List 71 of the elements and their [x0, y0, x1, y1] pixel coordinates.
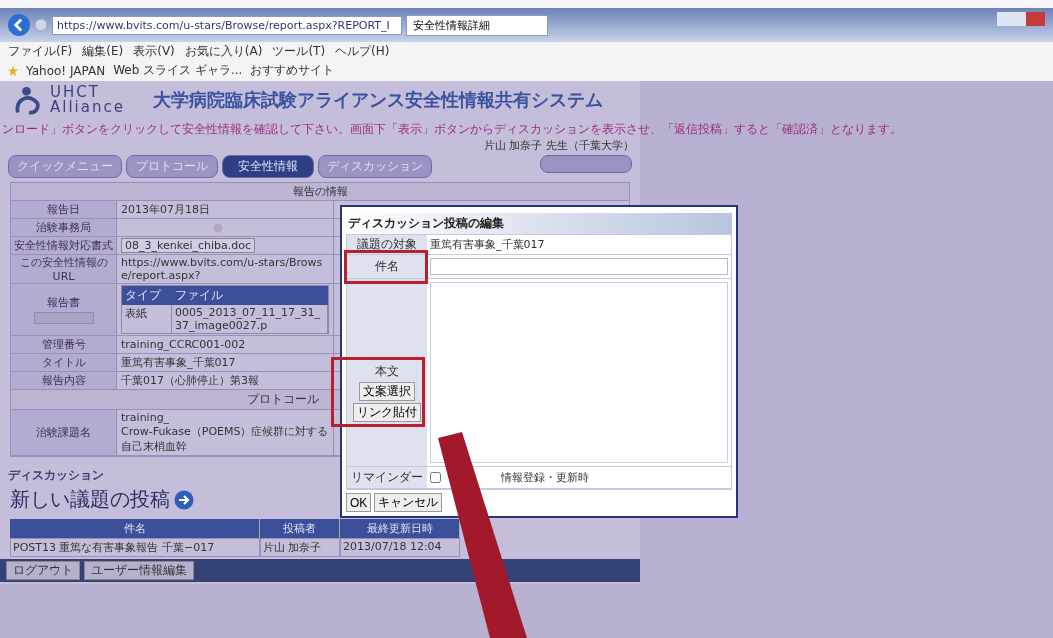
field-value: 重篤有害事象_千葉017 [121, 355, 236, 370]
page-button[interactable] [540, 155, 632, 173]
menu-item[interactable]: ファイル(F) [8, 43, 73, 60]
download-button[interactable] [33, 312, 94, 324]
section-heading: ディスカッション [8, 468, 104, 482]
field-label: 報告内容 [41, 373, 86, 388]
checkbox-label: 情報登録・更新時 [501, 470, 589, 485]
file-link[interactable]: 08_3_kenkei_chiba.doc [121, 238, 256, 253]
body-field[interactable] [430, 282, 728, 463]
section-heading: プロトコール [247, 392, 319, 406]
footer-button[interactable]: ログアウト [6, 561, 80, 580]
field-label: 本文 [375, 363, 399, 380]
table-cell: 片山 加奈子 [260, 538, 340, 557]
forward-icon[interactable] [34, 18, 48, 32]
field-label: この安全性情報のURL [18, 255, 109, 283]
field-value: 2013年07月18日 [121, 202, 210, 217]
table-cell: 2013/07/18 12:04 [340, 538, 460, 557]
table-cell: 表紙 [122, 305, 172, 333]
insert-button[interactable]: リンク貼付 [353, 403, 421, 422]
field-label: 安全性情報対応書式 [14, 238, 113, 253]
field-value: training_ [121, 411, 171, 424]
back-icon[interactable] [8, 14, 30, 36]
favorite-link[interactable]: Yahoo! JAPAN [26, 63, 106, 78]
window-controls[interactable] [997, 12, 1045, 26]
arrow-right-icon[interactable] [174, 489, 194, 510]
field-value: training_CCRC001-002 [121, 338, 246, 351]
browser-tab[interactable]: 安全性情報詳細 [406, 14, 548, 36]
table-cell: POST13 重篤な有害事象報告 千葉−017 [10, 538, 260, 557]
subject-field[interactable] [430, 258, 728, 275]
menu-item[interactable]: ヘルプ(H) [335, 43, 390, 60]
reminder-checkbox[interactable] [430, 472, 441, 483]
field-label: 治験課題名 [36, 425, 91, 440]
field-label: 件名 [375, 258, 399, 275]
field-label: 報告書 [47, 295, 80, 310]
file-link[interactable]: 0005_2013_07_11_17_31_37_image0027.p [172, 305, 328, 333]
star-icon[interactable] [8, 65, 18, 76]
dialog-button[interactable]: キャンセル [374, 493, 443, 512]
notice-text: ンロード」ボタンをクリックして安全性情報を確認して下さい。画面下「表示」ボタンからディスカッションを表示させ、「返信投稿」すると「確認済」となります。 [1, 121, 902, 138]
insert-button[interactable]: 文案選択 [359, 382, 415, 401]
field-value: Crow-Fukase（POEMS）症候群に対する自己末梢血幹 [121, 424, 329, 454]
column-header: ファイル [172, 286, 328, 305]
field-label: リマインダー [351, 469, 423, 486]
column-header: 投稿者 [260, 519, 340, 538]
footer-button[interactable]: ユーザー情報編集 [84, 561, 194, 580]
address-bar[interactable]: https://www.bvits.com/u-stars/Browse/report.aspx?REPORT_I [52, 15, 402, 35]
menu-item[interactable]: 表示(V) [133, 43, 175, 60]
user-name: 片山 加奈子 先生（千葉大学） [484, 138, 634, 153]
favorite-link[interactable]: おすすめサイト [250, 62, 335, 79]
menu-item[interactable]: 編集(E) [82, 43, 124, 60]
field-value: 重篤有害事象_千葉017 [430, 237, 545, 252]
field-label: 管理番号 [41, 337, 86, 352]
site-title: 大学病院臨床試験アライアンス安全性情報共有システム [152, 88, 603, 112]
field-label: 報告日 [47, 202, 80, 217]
column-header: 件名 [10, 519, 260, 538]
table-heading: 報告の情報 [11, 183, 629, 201]
menu-item[interactable]: お気に入り(A) [184, 43, 263, 60]
dialog-title: ディスカッション投稿の編集 [346, 213, 732, 234]
column-header: 最終更新日時 [340, 519, 460, 538]
field-value: https://www.bvits.com/u-stars/Browse/report.aspx? [121, 256, 324, 282]
menu-item[interactable]: ツール(T) [272, 43, 326, 60]
field-value: 千葉017（心肺停止）第3報 [121, 373, 259, 388]
favorite-link[interactable]: Web スライス ギャラ... [113, 62, 243, 79]
column-header: タイプ [122, 286, 172, 305]
new-topic-link[interactable]: 新しい議題の投稿 [10, 486, 170, 513]
logo-text: Alliance [50, 100, 125, 115]
field-label: タイトル [41, 355, 86, 370]
dialog-button[interactable]: OK [346, 493, 372, 512]
nav-tab[interactable]: 安全性情報 [222, 155, 314, 178]
logo-text: UHCT [50, 85, 100, 100]
field-label: 治験事務局 [36, 220, 91, 235]
field-label: 議題の対象 [357, 236, 417, 253]
